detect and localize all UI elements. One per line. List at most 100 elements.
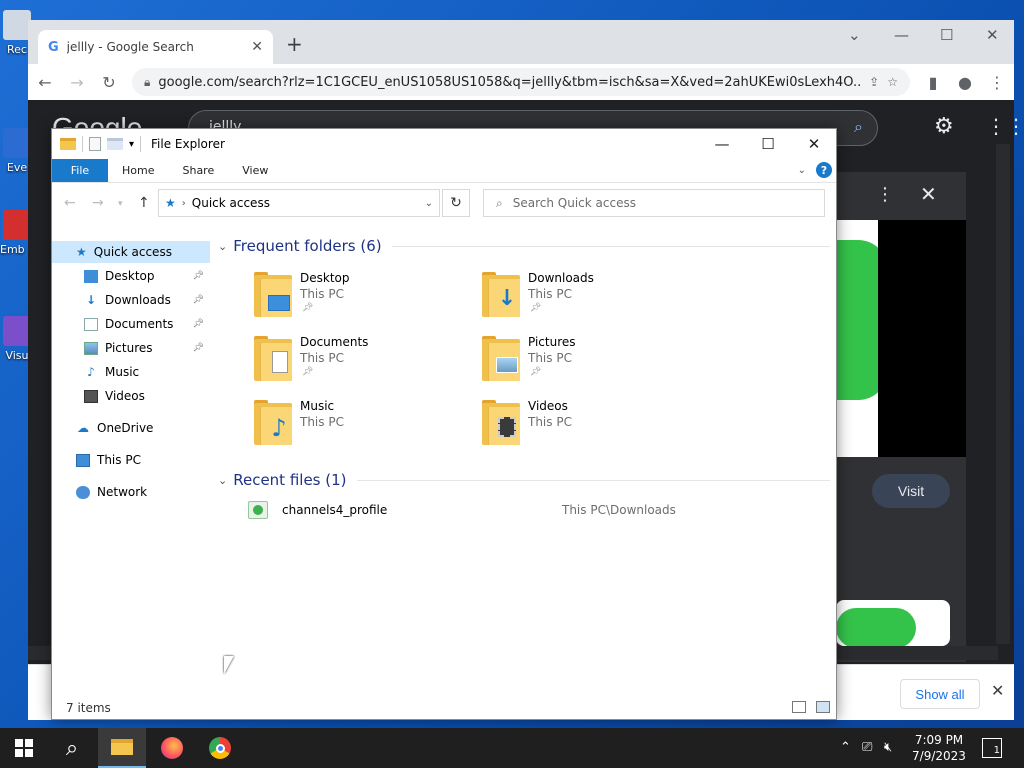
nav-documents[interactable]: Documents 📌︎ (52, 313, 210, 335)
breadcrumb-separator-icon[interactable]: › (182, 198, 186, 209)
address-dropdown-icon[interactable]: ⌄ (425, 198, 433, 209)
chrome-maximize-icon[interactable]: ☐ (940, 26, 953, 44)
folder-tile-downloads[interactable]: ↓ Downloads This PC 📌︎ (482, 271, 702, 331)
lock-icon: 🔒︎ (144, 74, 151, 89)
action-center-icon[interactable]: 1 (982, 738, 1002, 758)
explorer-close-icon[interactable]: ✕ (799, 135, 829, 153)
folder-tile-music[interactable]: ♪ Music This PC (254, 399, 474, 459)
ribbon-tab-file[interactable]: File (52, 159, 108, 182)
chrome-tab[interactable]: G jellly - Google Search ✕ (38, 30, 273, 64)
taskbar-firefox[interactable] (148, 728, 196, 768)
address-row: ← → ▾ ↑ ★ › Quick access ⌄ ↻ ⌕ (52, 187, 836, 219)
expand-ribbon-icon[interactable]: ⌄ (798, 165, 806, 176)
start-button[interactable] (0, 728, 48, 768)
recent-locations-icon[interactable]: ▾ (118, 199, 123, 209)
taskbar-search-button[interactable]: ⌕ (48, 728, 96, 768)
settings-gear-icon[interactable]: ⚙ (934, 114, 954, 139)
search-input[interactable] (512, 196, 812, 210)
explorer-address-bar[interactable]: ★ › Quick access ⌄ (158, 189, 440, 217)
google-search-icon[interactable]: ⌕ (854, 117, 863, 137)
taskbar-file-explorer[interactable] (98, 728, 146, 768)
documents-folder-icon (254, 336, 292, 381)
bookmark-star-icon[interactable]: ☆ (887, 75, 898, 89)
large-icons-view-icon[interactable] (816, 701, 830, 713)
help-icon[interactable]: ? (816, 162, 832, 178)
explorer-titlebar[interactable]: ▾ File Explorer — ☐ ✕ (52, 129, 836, 159)
nav-network[interactable]: Network (52, 481, 210, 503)
folder-tile-pictures[interactable]: Pictures This PC 📌︎ (482, 335, 702, 395)
apps-grid-icon[interactable]: ⋮⋮ (986, 114, 1024, 138)
chrome-vertical-scrollbar[interactable] (996, 144, 1010, 644)
nav-desktop[interactable]: Desktop 📌︎ (52, 265, 210, 287)
new-folder-icon[interactable] (107, 138, 123, 150)
explorer-search-box[interactable]: ⌕ (483, 189, 825, 217)
chrome-minimize-icon[interactable]: — (894, 26, 909, 44)
network-tray-icon[interactable]: ⎚ (862, 740, 872, 755)
nav-onedrive[interactable]: ☁ OneDrive (52, 417, 210, 439)
profile-avatar-icon[interactable]: ● (956, 73, 974, 92)
show-all-button[interactable]: Show all (900, 679, 980, 709)
explorer-minimize-icon[interactable]: — (707, 135, 737, 153)
downloads-folder-icon: ↓ (482, 272, 520, 317)
mouse-cursor (224, 656, 234, 674)
forward-arrow-icon[interactable]: → (68, 73, 86, 92)
refresh-icon[interactable]: ↻ (442, 189, 470, 217)
back-arrow-icon[interactable]: ← (36, 73, 54, 92)
chrome-toolbar: ← → ↻ 🔒︎ google.com/search?rlz=1C1GCEU_e… (28, 64, 1014, 100)
taskbar-clock[interactable]: 7:09 PM 7/9/2023 (906, 732, 972, 764)
chrome-menu-icon[interactable]: ⋮ (988, 73, 1006, 92)
desktop-folder-icon (254, 272, 292, 317)
explorer-forward-icon[interactable]: → (92, 195, 104, 211)
ribbon-tab-home[interactable]: Home (108, 159, 168, 182)
download-bar-close-icon[interactable]: ✕ (991, 681, 1004, 700)
status-item-count: 7 items (66, 701, 111, 715)
folder-tile-documents[interactable]: Documents This PC 📌︎ (254, 335, 474, 395)
chrome-close-icon[interactable]: ✕ (986, 26, 999, 44)
recent-files-header[interactable]: ⌄ Recent files (1) (218, 471, 830, 489)
ribbon-tab-view[interactable]: View (228, 159, 282, 182)
downloads-arrow-icon: ↓ (85, 293, 97, 307)
up-arrow-icon[interactable]: ↑ (138, 195, 150, 211)
nav-pictures[interactable]: Pictures 📌︎ (52, 337, 210, 359)
explorer-maximize-icon[interactable]: ☐ (753, 135, 783, 153)
preview-more-icon[interactable]: ⋮ (876, 184, 894, 205)
reload-icon[interactable]: ↻ (100, 73, 118, 92)
frequent-folders-header[interactable]: ⌄ Frequent folders (6) (218, 237, 830, 255)
nav-this-pc[interactable]: This PC (52, 449, 210, 471)
properties-icon[interactable] (89, 137, 101, 151)
address-url: google.com/search?rlz=1C1GCEU_enUS1058US… (158, 74, 862, 90)
volume-muted-icon[interactable]: 🔇︎ (884, 740, 892, 755)
desktop-icon (84, 269, 98, 283)
explorer-back-icon[interactable]: ← (64, 195, 76, 211)
search-icon: ⌕ (65, 735, 79, 761)
nav-videos[interactable]: Videos (52, 385, 210, 407)
visit-button[interactable]: Visit (872, 474, 950, 508)
folder-tile-desktop[interactable]: Desktop This PC 📌︎ (254, 271, 474, 331)
nav-music[interactable]: ♪ Music (52, 361, 210, 383)
details-view-icon[interactable] (792, 701, 806, 713)
preview-close-icon[interactable]: ✕ (920, 182, 937, 206)
related-image-thumb[interactable] (836, 600, 950, 646)
tab-search-chevron-icon[interactable]: ⌄ (848, 26, 861, 44)
taskbar-chrome[interactable] (196, 728, 244, 768)
qat-dropdown-icon[interactable]: ▾ (129, 139, 134, 150)
collapse-chevron-icon[interactable]: ⌄ (218, 240, 227, 253)
nav-quick-access[interactable]: ★ Quick access (52, 241, 210, 263)
tab-close-icon[interactable]: ✕ (251, 39, 263, 55)
new-tab-icon[interactable]: + (286, 32, 303, 56)
folder-tile-videos[interactable]: Videos This PC (482, 399, 702, 459)
recent-file-row[interactable]: channels4_profile This PC\Downloads (248, 499, 828, 521)
ribbon-tab-share[interactable]: Share (168, 159, 228, 182)
side-panel-icon[interactable]: ▮ (924, 73, 942, 92)
notification-count: 1 (993, 745, 1000, 756)
nav-downloads[interactable]: ↓ Downloads 📌︎ (52, 289, 210, 311)
address-bar[interactable]: 🔒︎ google.com/search?rlz=1C1GCEU_enUS105… (132, 68, 910, 96)
pin-icon: 📌︎ (302, 367, 314, 377)
pin-icon: 📌︎ (192, 295, 204, 305)
collapse-chevron-icon[interactable]: ⌄ (218, 474, 227, 487)
share-icon[interactable]: ⇪ (869, 75, 879, 89)
show-hidden-icons-chevron-icon[interactable]: ⌃ (840, 740, 851, 755)
documents-icon (84, 317, 98, 331)
file-explorer-icon (111, 739, 133, 755)
breadcrumb[interactable]: Quick access (192, 196, 419, 210)
